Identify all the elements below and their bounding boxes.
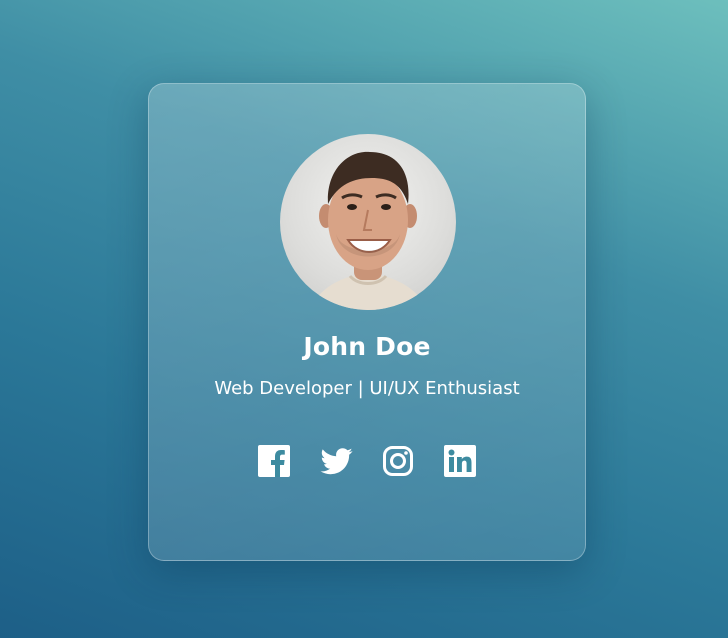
linkedin-icon [444, 445, 476, 477]
profile-title: Web Developer | UI/UX Enthusiast [214, 378, 520, 399]
facebook-link[interactable] [258, 445, 290, 477]
avatar [280, 134, 456, 310]
profile-name: John Doe [303, 332, 431, 361]
twitter-icon [320, 448, 353, 475]
instagram-icon [383, 446, 413, 476]
linkedin-link[interactable] [444, 445, 476, 477]
instagram-link[interactable] [382, 445, 414, 477]
avatar-photo [310, 151, 428, 310]
profile-card: John Doe Web Developer | UI/UX Enthusias… [148, 83, 586, 561]
facebook-icon [258, 445, 290, 477]
social-links [149, 445, 585, 477]
twitter-link[interactable] [320, 445, 353, 477]
